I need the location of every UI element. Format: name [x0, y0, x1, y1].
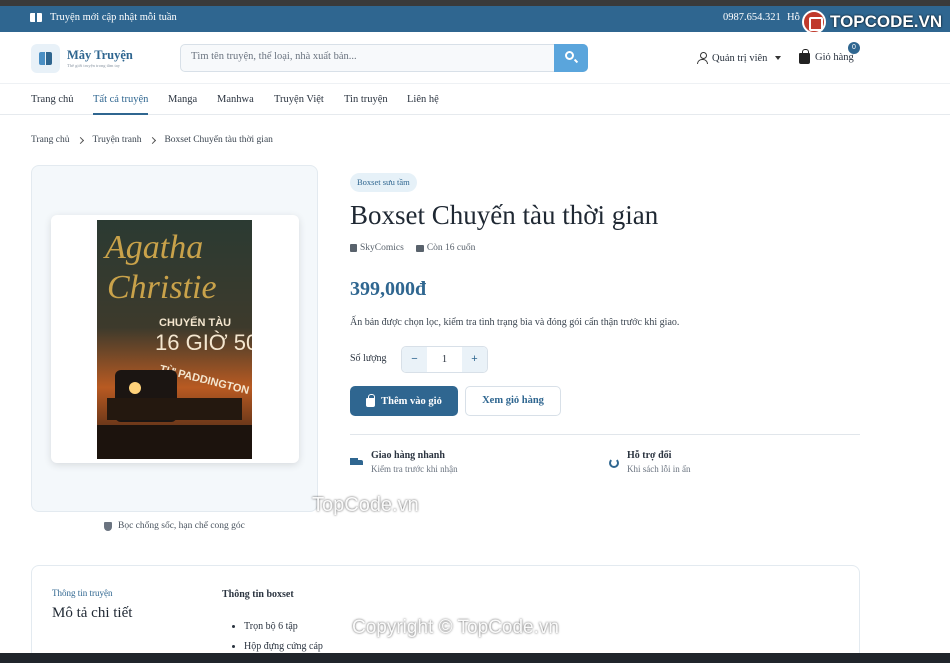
quantity-increase-button[interactable]: +: [462, 347, 487, 372]
feature-exchange-support: Hỗ trợ đổi Khi sách lỗi in ấn: [609, 450, 691, 474]
quantity-label: Số lượng: [350, 353, 387, 364]
logo-tagline: Thế giới truyện trong tầm tay: [67, 63, 120, 68]
cart-label: Giỏ hàng: [815, 52, 854, 63]
quantity-decrease-button[interactable]: −: [402, 347, 427, 372]
cart-count-badge: 0: [848, 42, 860, 54]
nav-item-manga[interactable]: Manga: [168, 94, 197, 105]
packaging-note: Bọc chống sốc, hạn chế cong góc: [104, 521, 245, 531]
nav-item-home[interactable]: Trang chủ: [31, 94, 74, 105]
logo-book-icon: [31, 44, 60, 73]
add-to-cart-button[interactable]: Thêm vào giỏ: [350, 386, 458, 416]
main-nav: Trang chủ Tất cả truyện Manga Manhwa Tru…: [0, 84, 950, 115]
topcode-logo-icon: [802, 10, 826, 34]
publisher-info: SkyComics: [350, 243, 404, 253]
detail-description-card: Thông tin truyện Mô tả chi tiết Thông ti…: [31, 565, 860, 663]
section-heading: Mô tả chi tiết: [52, 605, 133, 621]
stock-text: Còn 16 cuốn: [426, 243, 476, 253]
view-cart-button[interactable]: Xem giỏ hàng: [465, 386, 561, 416]
boxset-info-list: Trọn bộ 6 tập Hộp đựng cứng cáp: [232, 617, 323, 657]
cover-title-line1: CHUYẾN TÀU: [159, 316, 231, 329]
shield-icon: [104, 521, 112, 531]
product-gallery: Agatha Christie CHUYẾN TÀU 16 GIỜ 50 TỪ …: [31, 165, 318, 512]
breadcrumb: Trang chủ Truyện tranh Boxset Chuyến tàu…: [31, 135, 273, 145]
cover-author-line2: Christie: [107, 269, 217, 306]
stock-info: Còn 16 cuốn: [415, 243, 476, 253]
search-icon: [565, 51, 574, 60]
book-open-icon: [30, 13, 42, 22]
packaging-note-text: Bọc chống sốc, hạn chế cong góc: [118, 521, 245, 531]
nav-item-vietnamese[interactable]: Truyện Việt: [274, 94, 324, 105]
divider: [350, 434, 860, 435]
product-price: 399,000đ: [350, 278, 427, 300]
nav-item-all-stories[interactable]: Tất cả truyện: [93, 94, 149, 115]
feature-fast-delivery: Giao hàng nhanh Kiểm tra trước khi nhận: [350, 450, 458, 474]
admin-menu[interactable]: Quản trị viên: [697, 52, 782, 64]
user-icon: [697, 52, 708, 64]
logo-name: Mây Truyện: [67, 48, 133, 62]
search-box: [180, 44, 588, 72]
feature-subtitle: Kiểm tra trước khi nhận: [371, 464, 458, 474]
add-to-cart-label: Thêm vào giỏ: [381, 395, 442, 407]
hotline-phone[interactable]: 0987.654.321: [723, 12, 781, 23]
breadcrumb-category[interactable]: Truyện tranh: [92, 135, 141, 145]
cart-link[interactable]: Giỏ hàng 0: [799, 42, 860, 64]
product-title: Boxset Chuyến tàu thời gian: [350, 200, 659, 230]
box-icon: [415, 244, 424, 252]
chevron-down-icon: [775, 56, 782, 60]
section-kicker: Thông tin truyện: [52, 588, 113, 598]
watermark-top-text: TOPCODE.VN: [830, 12, 943, 31]
feature-title: Giao hàng nhanh: [371, 450, 445, 461]
list-item: Trọn bộ 6 tập: [244, 617, 323, 637]
shopping-bag-icon: [799, 49, 810, 64]
breadcrumb-home[interactable]: Trang chủ: [31, 135, 69, 145]
nav-item-news[interactable]: Tin truyện: [344, 94, 388, 105]
sync-icon: [609, 458, 619, 468]
watermark-middle: TopCode.vn: [312, 494, 419, 516]
product-meta: SkyComics Còn 16 cuốn: [350, 243, 475, 253]
chevron-right-icon: [149, 136, 157, 144]
support-link[interactable]: Hỗ: [787, 12, 800, 23]
os-taskbar: [0, 653, 950, 663]
cover-author-line1: Agatha: [103, 229, 203, 266]
feature-subtitle: Khi sách lỗi in ấn: [627, 464, 691, 474]
boxset-info-heading: Thông tin boxset: [222, 589, 294, 600]
shopping-bag-icon: [366, 393, 376, 407]
site-header: Mây Truyện Thế giới truyện trong tầm tay…: [0, 32, 950, 84]
quantity-stepper: − 1 +: [401, 346, 488, 373]
collection-badge: Boxset sưu tầm: [350, 173, 417, 192]
feature-title: Hỗ trợ đổi: [627, 450, 672, 461]
product-cover-image[interactable]: Agatha Christie CHUYẾN TÀU 16 GIỜ 50 TỪ …: [51, 215, 299, 463]
quantity-input[interactable]: 1: [427, 347, 462, 372]
publisher-name: SkyComics: [360, 243, 404, 253]
chevron-right-icon: [77, 136, 85, 144]
store-icon: [350, 244, 357, 252]
watermark-topcode-logo: TOPCODE.VN: [802, 10, 942, 34]
search-input[interactable]: [191, 51, 551, 62]
book-cover-illustration: Agatha Christie CHUYẾN TÀU 16 GIỜ 50 TỪ …: [97, 220, 252, 459]
truck-icon: [350, 458, 363, 467]
cover-title-line2: 16 GIỜ 50: [155, 330, 252, 355]
admin-label: Quản trị viên: [712, 52, 768, 64]
site-logo[interactable]: Mây Truyện Thế giới truyện trong tầm tay: [31, 44, 133, 73]
watermark-bottom: Copyright © TopCode.vn: [352, 617, 559, 638]
breadcrumb-current: Boxset Chuyến tàu thời gian: [164, 135, 273, 145]
product-description: Ấn bản được chọn lọc, kiểm tra tình trạn…: [350, 317, 680, 328]
announcement: Truyện mới cập nhật mỗi tuần: [30, 12, 177, 23]
announcement-text: Truyện mới cập nhật mỗi tuần: [50, 12, 177, 23]
search-button[interactable]: [554, 44, 588, 72]
nav-item-contact[interactable]: Liên hệ: [407, 94, 439, 105]
nav-item-manhwa[interactable]: Manhwa: [217, 94, 254, 105]
